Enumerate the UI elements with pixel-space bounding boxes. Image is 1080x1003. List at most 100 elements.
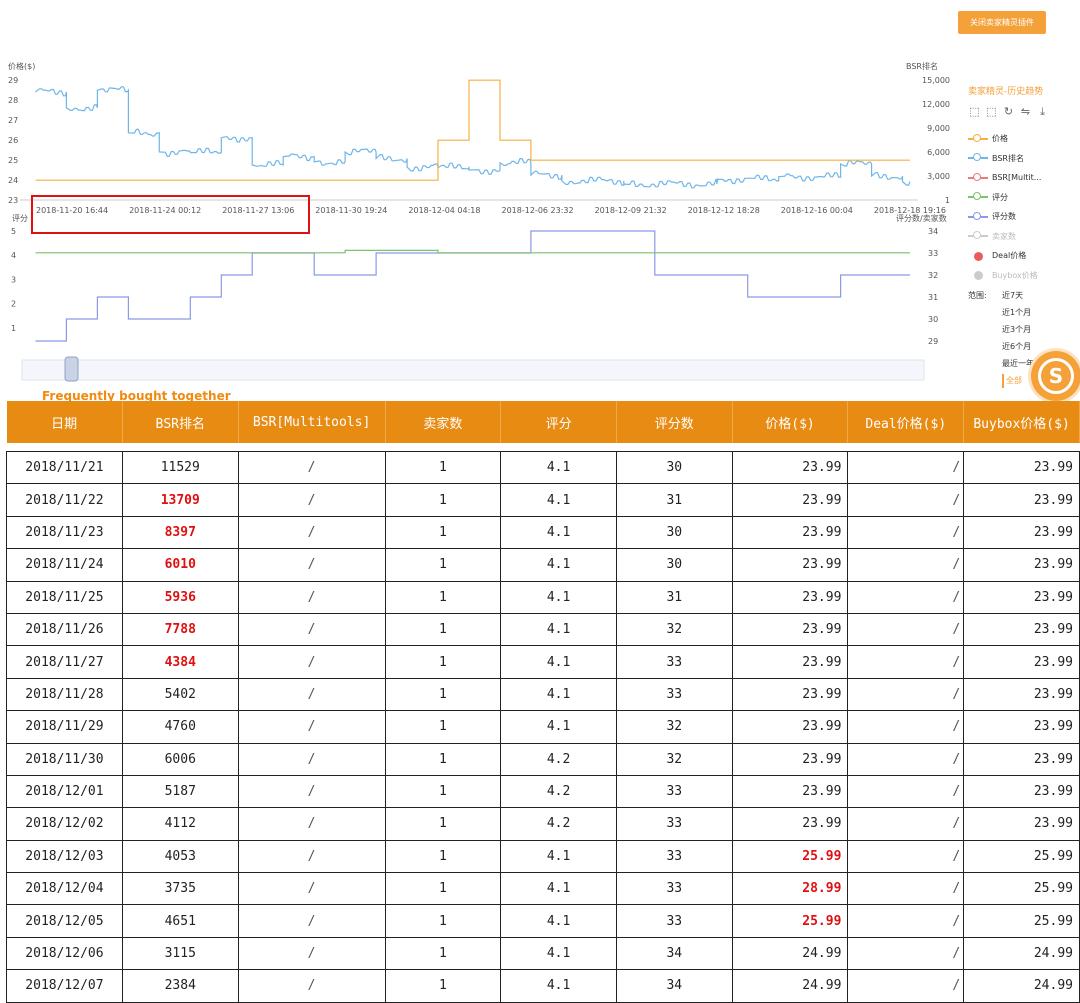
legend-label: BSR排名 [992, 153, 1024, 163]
cell-bsr: 4112 [121, 807, 239, 841]
data-view-icon[interactable]: ⇋ [1019, 105, 1032, 119]
rating-tick-label: 4 [11, 251, 16, 260]
cell-price: 23.99 [731, 742, 849, 776]
cell-date: 2018/12/01 [6, 774, 123, 809]
legend-item[interactable]: 卖家数 [968, 227, 1080, 247]
cell-date: 2018/11/26 [6, 612, 123, 647]
cell-deal-price: / [847, 807, 965, 841]
cell-bsr: 5187 [121, 774, 239, 809]
legend-item[interactable]: Buybox价格 [968, 266, 1080, 286]
cell-date: 2018/11/29 [6, 710, 123, 744]
zoom-icon[interactable]: ⬚ [968, 105, 981, 119]
cell-deal-price: / [847, 483, 965, 517]
cell-price: 23.99 [731, 612, 849, 647]
x-tick-label: 2018-12-12 18:28 [688, 206, 760, 215]
reviews-tick-label: 34 [928, 227, 938, 236]
col-header-deal-price[interactable]: Deal价格($) [847, 401, 965, 443]
cell-reviews: 31 [615, 483, 733, 517]
cell-sellers: 1 [384, 548, 502, 582]
reviews-series-line [35, 230, 910, 342]
legend-title: 卖家精灵-历史趋势 [968, 87, 1044, 97]
cell-buybox-price: 23.99 [963, 742, 1080, 776]
cell-price: 23.99 [731, 710, 849, 744]
price-tick-label: 26 [8, 136, 18, 145]
cell-date: 2018/11/28 [6, 677, 123, 712]
bsr-tick-label: 1 [945, 196, 950, 205]
range-option-1m[interactable]: 近1个月 [1002, 306, 1072, 320]
cell-reviews: 33 [615, 774, 733, 809]
legend-item[interactable]: Deal价格 [968, 246, 1080, 266]
cell-deal-price: / [847, 969, 965, 1003]
cell-bsr: 6006 [121, 742, 239, 776]
cell-sellers: 1 [384, 645, 502, 679]
cell-deal-price: / [847, 936, 965, 971]
col-header-reviews[interactable]: 评分数 [616, 401, 733, 443]
legend-line-icon [968, 172, 988, 183]
cell-buybox-price: 23.99 [963, 580, 1080, 614]
cell-date: 2018/11/24 [6, 548, 123, 582]
cell-sellers: 1 [384, 710, 502, 744]
table-row: 2018/11/26 7788/1 4.1 32 23.99/23.99 [6, 612, 1080, 647]
table-row: 2018/11/25 5936/1 4.1 31 23.99/23.99 [6, 580, 1080, 614]
x-tick-label: 2018-11-24 00:12 [129, 206, 201, 215]
price-axis-label: 价格($) [8, 61, 35, 71]
cell-rating: 4.1 [500, 904, 617, 938]
range-option-7d[interactable]: 近7天 [1002, 289, 1072, 303]
col-header-rating[interactable]: 评分 [500, 401, 617, 443]
zoom-reset-icon[interactable]: ⬚ [985, 105, 998, 119]
cell-deal-price: / [847, 710, 965, 744]
legend-item[interactable]: 评分 [968, 188, 1080, 208]
cell-sellers: 1 [384, 742, 502, 776]
x-tick-label: 2018-11-20 16:44 [36, 206, 108, 215]
legend-item[interactable]: 评分数 [968, 207, 1080, 227]
range-option-3m[interactable]: 近3个月 [1002, 323, 1072, 337]
price-tick-label: 24 [8, 176, 18, 185]
reviews-tick-label: 32 [928, 271, 938, 280]
cell-buybox-price: 23.99 [963, 774, 1080, 809]
legend-item[interactable]: BSR[Multit... [968, 168, 1080, 188]
table-row: 2018/12/07 2384/1 4.1 34 24.99/24.99 [6, 969, 1080, 1003]
cell-date: 2018/12/02 [6, 807, 123, 841]
cell-price: 23.99 [731, 548, 849, 582]
x-tick-label: 2018-11-30 19:24 [315, 206, 387, 215]
cell-deal-price: / [847, 677, 965, 712]
price-tick-label: 29 [8, 76, 18, 85]
refresh-icon[interactable]: ↻ [1002, 105, 1015, 119]
download-icon[interactable]: ⤓ [1036, 105, 1049, 119]
cell-price: 23.99 [731, 450, 849, 485]
cell-bsr: 3735 [121, 872, 239, 906]
cell-sellers: 1 [384, 936, 502, 971]
table-row: 2018/12/04 3735/1 4.1 33 28.99/25.99 [6, 872, 1080, 906]
cell-deal-price: / [847, 742, 965, 776]
cell-reviews: 33 [615, 904, 733, 938]
legend-item[interactable]: 价格 [968, 129, 1080, 149]
cell-buybox-price: 23.99 [963, 483, 1080, 517]
col-header-sellers[interactable]: 卖家数 [385, 401, 502, 443]
x-tick-label: 2018-12-09 21:32 [595, 206, 667, 215]
cell-bsr-multitools: / [237, 904, 386, 938]
x-tick-label: 2018-12-16 00:04 [781, 206, 853, 215]
cell-bsr: 5402 [121, 677, 239, 712]
sellersprite-logo-button[interactable]: S [1031, 351, 1080, 401]
col-header-bsr-multitools[interactable]: BSR[Multitools] [238, 401, 386, 443]
cell-buybox-price: 25.99 [963, 839, 1080, 874]
legend-item[interactable]: BSR排名 [968, 149, 1080, 169]
cell-buybox-price: 25.99 [963, 872, 1080, 906]
price-series-line [35, 79, 910, 181]
legend-line-icon [968, 153, 988, 163]
cell-date: 2018/11/21 [6, 450, 123, 485]
cell-deal-price: / [847, 580, 965, 614]
legend-line-icon [968, 133, 988, 144]
col-header-bsr[interactable]: BSR排名 [122, 401, 239, 443]
cell-reviews: 33 [615, 872, 733, 906]
cell-deal-price: / [847, 774, 965, 809]
cell-bsr-multitools: / [237, 936, 386, 971]
cell-rating: 4.1 [500, 677, 617, 712]
col-header-price[interactable]: 价格($) [732, 401, 849, 443]
cell-date: 2018/12/06 [6, 936, 123, 971]
col-header-date[interactable]: 日期 [6, 401, 123, 443]
cell-date: 2018/11/25 [6, 580, 123, 614]
col-header-buybox-price[interactable]: Buybox价格($) [963, 401, 1080, 443]
cell-bsr-multitools: / [237, 450, 386, 485]
cell-buybox-price: 23.99 [963, 710, 1080, 744]
